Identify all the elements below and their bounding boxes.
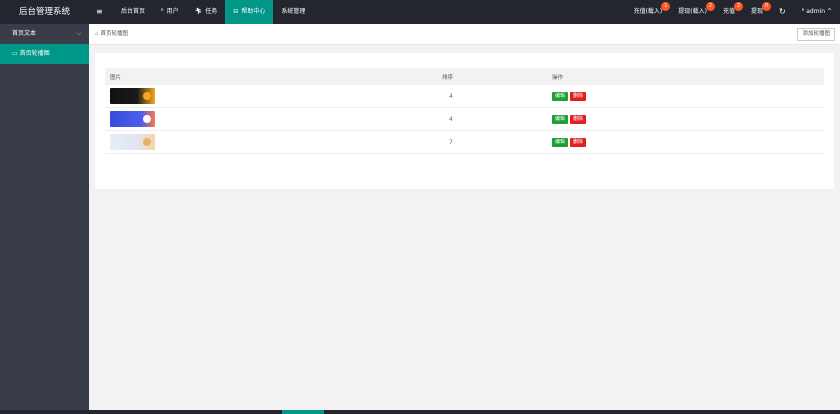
sidebar-group-home-text[interactable]: 首页文本 ⌵ (0, 24, 89, 44)
top-header: 后台管理系统 ≡ 后台首页 ᴿ 用户 🏃︎ 任务 ⊟ 帮助中心 系统管理 充值(载入)… (0, 0, 840, 24)
withdraw-load-link[interactable]: 提现(载入) 2 (670, 0, 715, 24)
banner-thumbnail[interactable] (110, 111, 155, 127)
breadcrumb-text: 首页轮播图 (100, 31, 129, 37)
username: admin (806, 8, 826, 15)
breadcrumb-bar: ⌂ 首页轮播图 添加轮播图 (89, 24, 840, 45)
nav-users-label: 用户 (166, 8, 179, 15)
banner-thumbnail[interactable] (110, 88, 155, 104)
nav-help-label: 帮助中心 (241, 8, 266, 15)
right-nav: 充值(载入) 1 提现(载入) 2 充值 2 提现 0 ↻ ᴿ admin ^ (626, 0, 840, 24)
header-image: 图片 (110, 74, 122, 81)
withdraw-badge: 0 (762, 2, 771, 11)
header-sort[interactable]: 排序 (439, 73, 552, 81)
monitor-icon: ⊟ (233, 8, 239, 15)
table-row: 4 编辑 删除 (105, 85, 824, 108)
nav-users[interactable]: ᴿ 用户 (153, 0, 187, 24)
refresh-icon[interactable]: ↻ (771, 0, 794, 24)
caret-up-icon: ^ (825, 8, 832, 15)
chevron-down-icon: ⌵ (76, 30, 81, 37)
menu-toggle-icon[interactable]: ≡ (96, 0, 103, 24)
withdraw-link[interactable]: 提现 0 (743, 0, 771, 24)
sidebar-group-label: 首页文本 (12, 30, 37, 37)
table-row: 4 编辑 删除 (105, 108, 824, 131)
sort-value: 4 (449, 115, 453, 123)
table-header: 图片 排序 操作 (105, 68, 824, 85)
header-actions: 操作 (552, 74, 564, 81)
delete-button[interactable]: 删除 (570, 114, 587, 124)
breadcrumb: ⌂ 首页轮播图 (95, 24, 128, 45)
table-card: 图片 排序 操作 4 编辑 删除 4 编辑 删除 7 编辑 删除 (95, 53, 834, 189)
user-menu[interactable]: ᴿ admin ^ (794, 0, 840, 24)
recharge-badge: 2 (733, 2, 743, 11)
recharge-label: 充值 (722, 8, 735, 15)
carousel-table: 图片 排序 操作 4 编辑 删除 4 编辑 删除 7 编辑 删除 (105, 68, 824, 154)
delete-button[interactable]: 删除 (570, 137, 587, 147)
table-row: 7 编辑 删除 (105, 131, 824, 154)
nav-tasks[interactable]: 🏃︎ 任务 (187, 0, 226, 24)
recharge-load-badge: 1 (661, 2, 671, 11)
nav-home[interactable]: 后台首页 (113, 0, 153, 24)
sort-value: 7 (449, 138, 453, 146)
edit-button[interactable]: 编辑 (552, 137, 569, 147)
add-carousel-button[interactable]: 添加轮播图 (797, 28, 835, 41)
withdraw-load-label: 提现(载入) (678, 8, 707, 15)
card-icon: ▭ (12, 50, 20, 57)
banner-thumbnail[interactable] (110, 134, 155, 150)
sidebar: 首页文本 ⌵ ▭ 首页轮播图 (0, 24, 89, 414)
edit-button[interactable]: 编辑 (552, 114, 569, 124)
user-icon: ᴿ (161, 8, 164, 15)
sidebar-item-label: 首页轮播图 (19, 50, 50, 57)
home-icon[interactable]: ⌂ (95, 31, 99, 37)
top-nav: 后台首页 ᴿ 用户 🏃︎ 任务 ⊟ 帮助中心 系统管理 (113, 0, 313, 24)
nav-system[interactable]: 系统管理 (273, 0, 313, 24)
main-content: ⌂ 首页轮播图 添加轮播图 图片 排序 操作 4 编辑 删除 4 编辑 删除 7… (89, 24, 840, 414)
recharge-link[interactable]: 充值 2 (715, 0, 743, 24)
nav-help-center[interactable]: ⊟ 帮助中心 (225, 0, 274, 24)
edit-button[interactable]: 编辑 (552, 91, 569, 101)
withdraw-load-badge: 2 (705, 2, 715, 11)
sidebar-item-carousel[interactable]: ▭ 首页轮播图 (0, 44, 89, 64)
delete-button[interactable]: 删除 (570, 91, 587, 101)
nav-home-label: 后台首页 (121, 8, 146, 15)
app-logo-title[interactable]: 后台管理系统 (0, 0, 89, 24)
withdraw-label: 提现 (750, 8, 763, 15)
run-icon: 🏃︎ (194, 8, 203, 15)
recharge-load-label: 充值(载入) (633, 8, 663, 15)
nav-system-label: 系统管理 (281, 8, 306, 15)
recharge-load-link[interactable]: 充值(载入) 1 (626, 0, 671, 24)
bottom-strip (0, 410, 840, 414)
sort-value: 4 (449, 92, 453, 100)
nav-tasks-label: 任务 (205, 8, 218, 15)
